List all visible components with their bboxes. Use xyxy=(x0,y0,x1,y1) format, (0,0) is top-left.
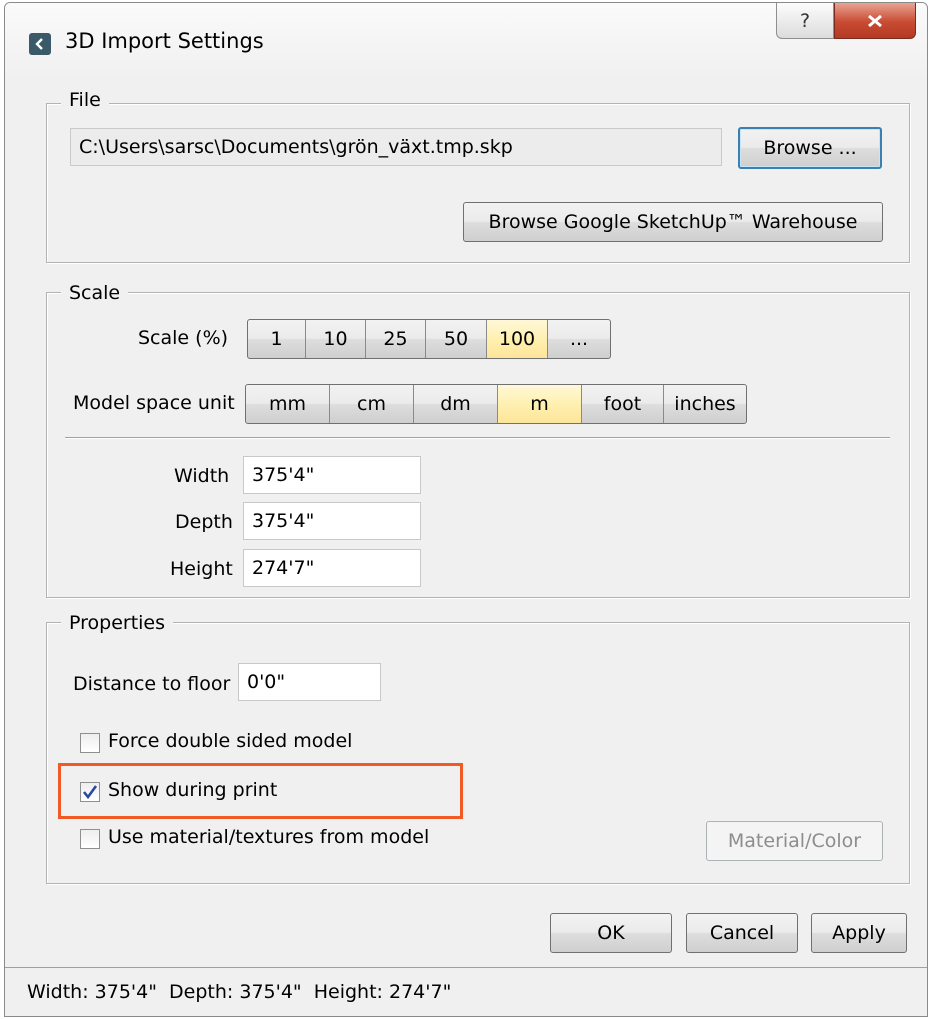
browse-button[interactable]: Browse ... xyxy=(738,127,882,169)
scale-option-50[interactable]: 50 xyxy=(426,320,487,358)
cancel-button[interactable]: Cancel xyxy=(686,913,798,953)
scale-divider xyxy=(65,437,890,439)
scale-option-25[interactable]: 25 xyxy=(366,320,426,358)
status-dimensions: Width: 375'4" Depth: 375'4" Height: 274'… xyxy=(27,981,452,1003)
force-double-sided-checkbox[interactable] xyxy=(80,733,100,753)
unit-option-m[interactable]: m xyxy=(498,385,582,423)
unit-option-foot[interactable]: foot xyxy=(582,385,664,423)
force-double-sided-label[interactable]: Force double sided model xyxy=(108,730,352,752)
file-path-field[interactable]: C:\Users\sarsc\Documents\grön_växt.tmp.s… xyxy=(70,128,722,166)
model-unit-selector[interactable]: mm cm dm m foot inches xyxy=(245,384,747,424)
width-label: Width xyxy=(174,465,230,487)
unit-option-cm[interactable]: cm xyxy=(330,385,414,423)
close-button[interactable] xyxy=(834,3,916,39)
use-material-checkbox[interactable] xyxy=(80,829,100,849)
app-icon xyxy=(29,33,51,55)
height-field[interactable]: 274'7" xyxy=(243,549,421,587)
import-settings-dialog: 3D Import Settings ? File C:\Users\sarsc… xyxy=(4,2,928,1017)
help-icon: ? xyxy=(799,9,811,32)
properties-group-legend: Properties xyxy=(61,612,174,634)
ok-button[interactable]: OK xyxy=(550,913,672,953)
depth-field[interactable]: 375'4" xyxy=(243,502,421,540)
unit-option-mm[interactable]: mm xyxy=(246,385,330,423)
width-field[interactable]: 375'4" xyxy=(243,456,421,494)
unit-option-inches[interactable]: inches xyxy=(664,385,746,423)
file-group-legend: File xyxy=(61,89,109,111)
show-during-print-label[interactable]: Show during print xyxy=(108,779,277,801)
close-icon xyxy=(868,14,882,27)
scale-option-100[interactable]: 100 xyxy=(487,320,548,358)
use-material-label[interactable]: Use material/textures from model xyxy=(108,826,429,848)
height-label: Height xyxy=(170,558,233,580)
title-bar[interactable]: 3D Import Settings ? xyxy=(5,3,927,79)
depth-label: Depth xyxy=(175,511,233,533)
window-title: 3D Import Settings xyxy=(65,29,264,53)
distance-floor-label: Distance to floor xyxy=(73,673,231,695)
scale-option-10[interactable]: 10 xyxy=(306,320,366,358)
show-during-print-checkbox[interactable] xyxy=(80,782,100,802)
model-unit-label: Model space unit xyxy=(73,392,235,414)
scale-percent-selector[interactable]: 1 10 25 50 100 ... xyxy=(247,319,611,359)
scale-option-1[interactable]: 1 xyxy=(248,320,306,358)
distance-floor-field[interactable]: 0'0" xyxy=(238,663,381,701)
material-color-button[interactable]: Material/Color xyxy=(706,821,883,861)
apply-button[interactable]: Apply xyxy=(811,913,907,953)
browse-warehouse-button[interactable]: Browse Google SketchUp™ Warehouse xyxy=(463,202,883,242)
status-bar: Width: 375'4" Depth: 375'4" Height: 274'… xyxy=(5,967,927,1016)
help-button[interactable]: ? xyxy=(776,3,834,39)
checkmark-icon xyxy=(82,785,98,800)
scale-option-more[interactable]: ... xyxy=(548,320,610,358)
scale-group-legend: Scale xyxy=(61,282,129,304)
unit-option-dm[interactable]: dm xyxy=(414,385,498,423)
scale-percent-label: Scale (%) xyxy=(138,327,229,349)
